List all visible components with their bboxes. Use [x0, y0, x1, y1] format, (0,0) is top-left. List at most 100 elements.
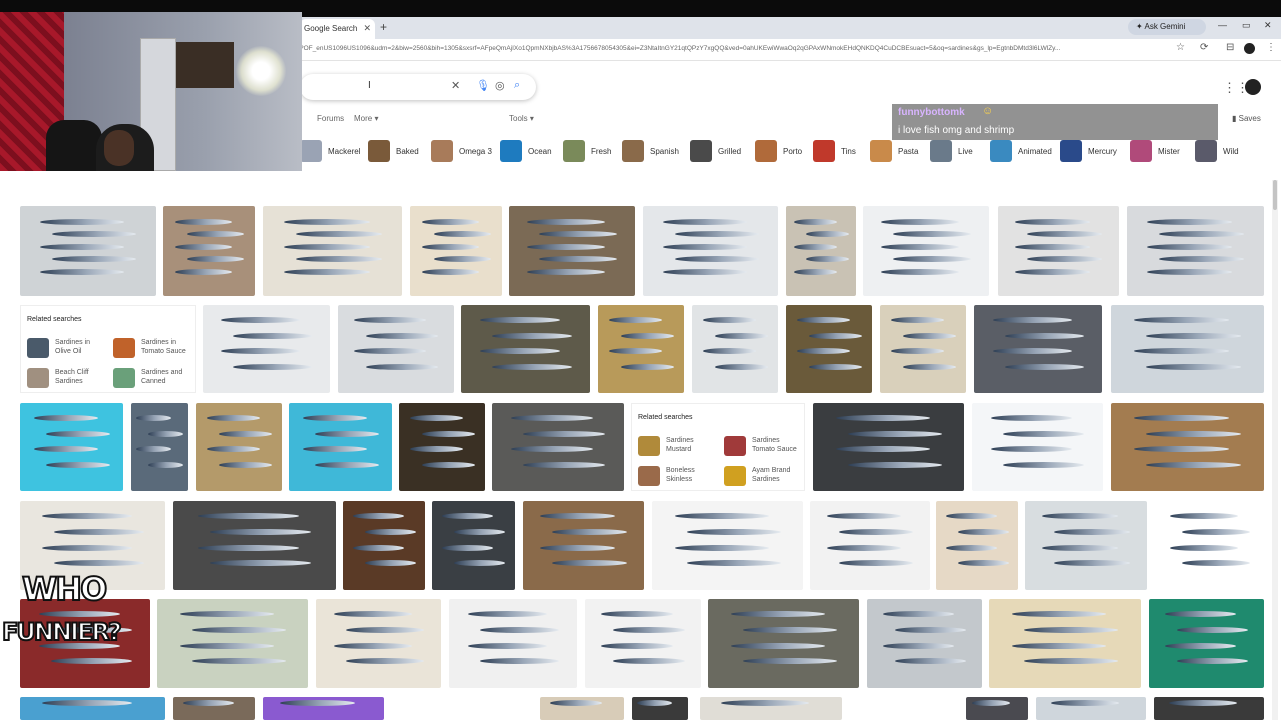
image-result-thumbnail[interactable] — [461, 305, 590, 393]
sardine-shape — [609, 348, 662, 354]
sardine-shape — [601, 643, 673, 649]
related-item[interactable]: Sardines in Olive Oil — [27, 336, 123, 360]
image-result-thumbnail[interactable] — [810, 501, 930, 590]
scrollbar-thumb[interactable] — [1273, 180, 1277, 210]
image-result-thumbnail[interactable] — [20, 206, 156, 296]
image-result-thumbnail[interactable] — [410, 206, 502, 296]
image-result-thumbnail[interactable] — [343, 501, 425, 590]
image-result-thumbnail[interactable] — [316, 599, 441, 688]
sardine-shape — [346, 658, 424, 664]
image-result-thumbnail[interactable] — [585, 599, 701, 688]
sardine-shape — [839, 529, 913, 535]
related-item[interactable]: Sardines Mustard — [638, 434, 734, 458]
sardine-shape — [296, 256, 382, 262]
sardine-shape — [1182, 529, 1250, 535]
related-item[interactable]: Beach Cliff Sardines — [27, 366, 123, 390]
image-result-thumbnail[interactable] — [867, 599, 982, 688]
sardine-shape — [46, 431, 110, 437]
image-result-thumbnail[interactable] — [131, 403, 188, 491]
image-result-thumbnail[interactable] — [813, 403, 964, 491]
image-result-thumbnail[interactable] — [786, 206, 856, 296]
image-result-thumbnail[interactable] — [163, 206, 255, 296]
sardine-shape — [210, 560, 311, 566]
sardine-shape — [148, 462, 183, 468]
image-result-thumbnail[interactable] — [173, 697, 255, 720]
image-result-thumbnail[interactable] — [263, 697, 384, 720]
related-item[interactable]: Sardines in Tomato Sauce — [113, 336, 209, 360]
related-thumb — [113, 338, 135, 358]
sardine-shape — [827, 513, 901, 519]
image-result-thumbnail[interactable] — [492, 403, 624, 491]
image-result-thumbnail[interactable] — [966, 697, 1028, 720]
related-item[interactable]: Sardines and Canned — [113, 366, 209, 390]
page-scrollbar[interactable] — [1272, 180, 1278, 720]
sardine-shape — [434, 231, 491, 237]
image-result-thumbnail[interactable] — [399, 403, 485, 491]
sardine-shape — [881, 244, 959, 250]
image-result-thumbnail[interactable] — [432, 501, 515, 590]
sardine-shape — [809, 333, 862, 339]
image-result-thumbnail[interactable] — [196, 403, 282, 491]
image-result-thumbnail[interactable] — [1025, 501, 1147, 590]
sardine-shape — [434, 256, 491, 262]
sardine-shape — [1177, 658, 1248, 664]
sardine-shape — [175, 244, 232, 250]
image-result-thumbnail[interactable] — [786, 305, 872, 393]
sardine-shape — [207, 446, 260, 452]
image-result-thumbnail[interactable] — [974, 305, 1102, 393]
sardine-shape — [1042, 545, 1118, 551]
image-result-thumbnail[interactable] — [972, 403, 1103, 491]
image-result-thumbnail[interactable] — [1111, 305, 1264, 393]
sardine-shape — [284, 244, 370, 250]
image-result-thumbnail[interactable] — [523, 501, 644, 590]
related-item[interactable]: Sardines Tomato Sauce — [724, 434, 820, 458]
sardine-shape — [895, 658, 966, 664]
image-result-thumbnail[interactable] — [643, 206, 778, 296]
sardine-shape — [991, 446, 1072, 452]
sardine-shape — [550, 700, 602, 706]
image-result-thumbnail[interactable] — [20, 697, 165, 720]
image-result-thumbnail[interactable] — [863, 206, 989, 296]
image-result-thumbnail[interactable] — [1036, 697, 1146, 720]
sardine-shape — [52, 231, 136, 237]
image-result-thumbnail[interactable] — [289, 403, 392, 491]
image-result-thumbnail[interactable] — [652, 501, 803, 590]
sardine-shape — [40, 244, 124, 250]
related-line2: Sardines — [752, 476, 780, 483]
image-result-thumbnail[interactable] — [1149, 599, 1264, 688]
image-result-thumbnail[interactable] — [998, 206, 1119, 296]
related-item[interactable]: Ayam Brand Sardines — [724, 464, 820, 488]
sardine-shape — [198, 513, 299, 519]
image-result-thumbnail[interactable] — [598, 305, 684, 393]
image-result-thumbnail[interactable] — [203, 305, 330, 393]
sardine-shape — [848, 462, 942, 468]
related-line1: Boneless — [666, 467, 695, 474]
image-result-thumbnail[interactable] — [632, 697, 688, 720]
image-result-thumbnail[interactable] — [700, 697, 842, 720]
related-item[interactable]: Boneless Skinless — [638, 464, 734, 488]
image-result-thumbnail[interactable] — [157, 599, 308, 688]
image-result-thumbnail[interactable] — [263, 206, 402, 296]
image-result-thumbnail[interactable] — [989, 599, 1141, 688]
image-result-thumbnail[interactable] — [1111, 403, 1264, 491]
image-result-thumbnail[interactable] — [1127, 206, 1264, 296]
image-result-thumbnail[interactable] — [449, 599, 577, 688]
sardine-shape — [1024, 658, 1118, 664]
image-result-thumbnail[interactable] — [509, 206, 635, 296]
image-result-thumbnail[interactable] — [692, 305, 778, 393]
sardine-shape — [353, 545, 404, 551]
image-result-thumbnail[interactable] — [936, 501, 1018, 590]
image-result-thumbnail[interactable] — [708, 599, 859, 688]
related-searches-title: Related searches — [27, 316, 82, 323]
image-result-thumbnail[interactable] — [338, 305, 454, 393]
sardine-shape — [613, 627, 685, 633]
sardine-shape — [187, 231, 244, 237]
image-result-thumbnail[interactable] — [1155, 501, 1264, 590]
image-result-thumbnail[interactable] — [540, 697, 624, 720]
sardine-shape — [946, 545, 997, 551]
image-result-thumbnail[interactable] — [173, 501, 336, 590]
image-result-thumbnail[interactable] — [880, 305, 966, 393]
sardine-shape — [1024, 627, 1118, 633]
image-result-thumbnail[interactable] — [1154, 697, 1264, 720]
image-result-thumbnail[interactable] — [20, 403, 123, 491]
